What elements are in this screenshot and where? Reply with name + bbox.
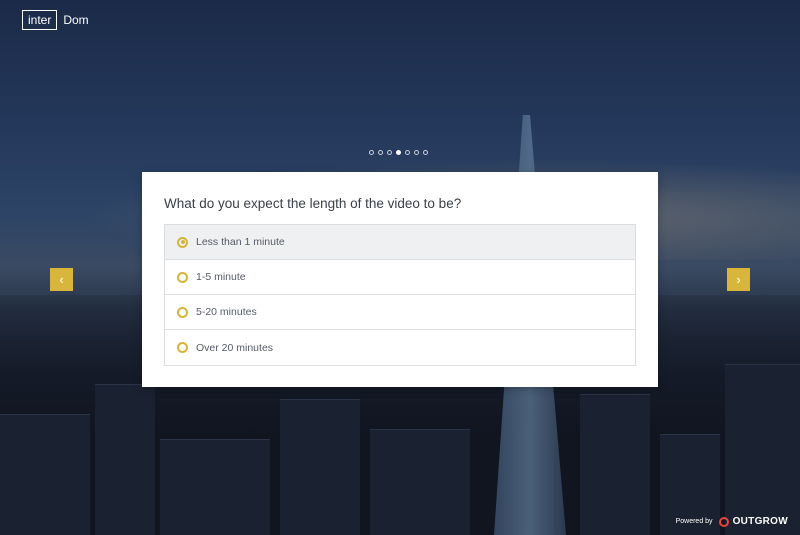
outgrow-logo-icon (718, 516, 729, 527)
logo-box-text: inter (22, 10, 58, 30)
powered-by-badge[interactable]: Powered by OUTGROW (676, 516, 788, 527)
progress-dots (369, 150, 428, 155)
progress-dot (387, 150, 392, 155)
radio-selected-icon[interactable] (177, 236, 188, 248)
progress-dot (396, 150, 401, 155)
radio-icon[interactable] (177, 342, 188, 353)
option-label: Over 20 minutes (196, 341, 274, 354)
option-label: 5-20 minutes (196, 306, 257, 318)
progress-dot (414, 150, 419, 155)
next-button[interactable]: › (727, 268, 750, 291)
progress-dot (378, 150, 383, 155)
radio-icon[interactable] (177, 306, 188, 318)
powered-by-label: Powered by (675, 518, 713, 525)
question-card: What do you expect the length of the vid… (142, 172, 658, 387)
option-1-5-minute[interactable]: 1-5 minute (165, 260, 635, 295)
progress-dot (423, 150, 428, 155)
site-logo[interactable]: inter Dom (22, 10, 89, 30)
brand-name: OUTGROW (732, 516, 788, 527)
chevron-right-icon: › (736, 272, 741, 287)
question-text: What do you expect the length of the vid… (164, 196, 462, 211)
progress-dot (405, 150, 410, 155)
chevron-left-icon: ‹ (59, 272, 64, 287)
option-less-than-1-minute[interactable]: Less than 1 minute (165, 225, 635, 260)
option-label: Less than 1 minute (196, 236, 285, 248)
option-label: 1-5 minute (196, 271, 246, 283)
radio-icon[interactable] (177, 271, 188, 283)
option-5-20-minutes[interactable]: 5-20 minutes (165, 295, 635, 330)
logo-rest-text: Dom (63, 13, 89, 27)
options-list: Less than 1 minute 1-5 minute 5-20 minut… (164, 224, 636, 366)
progress-dot (369, 150, 374, 155)
option-over-20-minutes[interactable]: Over 20 minutes (165, 330, 635, 365)
prev-button[interactable]: ‹ (50, 268, 73, 291)
